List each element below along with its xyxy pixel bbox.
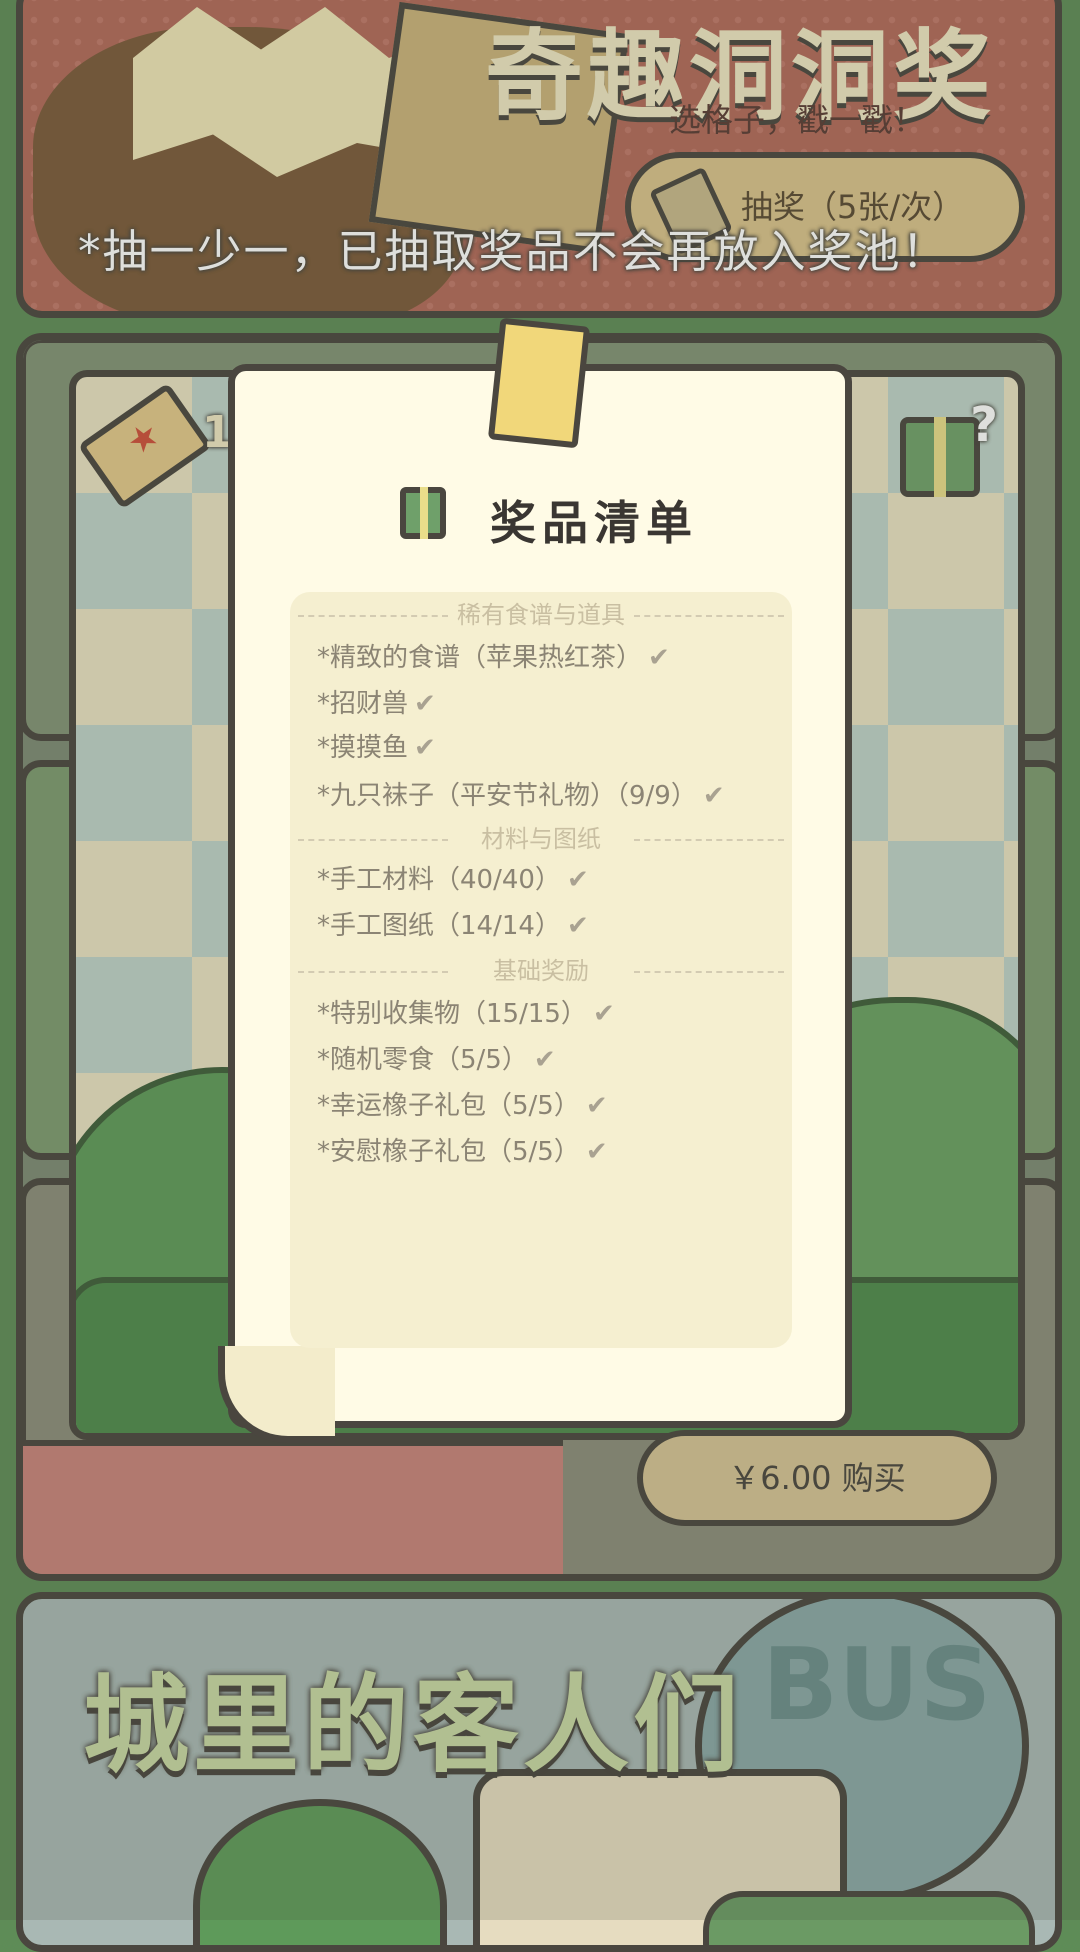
check-icon: ✔ [533, 1045, 556, 1075]
gift-icon [400, 487, 446, 539]
prize-item: *手工材料（40/40） ✔ [317, 860, 589, 900]
city-guests-card[interactable]: BUS 城里的客人们 [16, 1592, 1062, 1952]
check-icon: ✔ [566, 865, 589, 895]
prize-item: *特别收集物（15/15） ✔ [317, 994, 615, 1034]
prize-section-header: 稀有食谱与道具 [298, 598, 784, 632]
gift-question-badge: ? [970, 397, 998, 453]
banner-subtitle: 选格子，戳一戳！ [668, 101, 925, 139]
prize-item-label: *手工图纸（14/14） [317, 911, 561, 941]
check-icon: ✔ [414, 689, 436, 719]
prize-list-title: 奖品清单 [490, 496, 698, 550]
check-icon: ✔ [566, 911, 589, 941]
check-icon: ✔ [648, 643, 670, 673]
check-icon: ✔ [702, 781, 725, 811]
prize-item: *精致的食谱（苹果热红茶） ✔ [317, 638, 670, 678]
check-icon: ✔ [585, 1091, 608, 1121]
check-icon: ✔ [592, 999, 615, 1029]
prize-item: *幸运橡子礼包（5/5） ✔ [317, 1086, 608, 1126]
gift-icon[interactable] [900, 417, 980, 497]
table-decoration [23, 1440, 563, 1574]
prize-item-label: *精致的食谱（苹果热红茶） [317, 643, 643, 673]
bottom-action-pill[interactable] [703, 1891, 1035, 1945]
prize-section-header: 基础奖励 [298, 954, 784, 988]
prize-item: *招财兽 ✔ [317, 684, 436, 724]
prize-item-label: *手工材料（40/40） [317, 865, 561, 895]
prize-item: *摸摸鱼 ✔ [317, 728, 436, 768]
prize-item-label: *幸运橡子礼包（5/5） [317, 1091, 580, 1121]
city-guests-title: 城里的客人们 [83, 1664, 743, 1787]
ticket-icon [77, 382, 213, 510]
event-banner-card: 奇趣洞洞奖 选格子，戳一戳！ 抽奖（5张/次） *抽一少一，已抽取奖品不会再放入… [16, 0, 1062, 318]
prize-section-header: 材料与图纸 [298, 822, 784, 856]
prize-item: *随机零食（5/5） ✔ [317, 1040, 556, 1080]
check-icon: ✔ [585, 1137, 608, 1167]
tape-decoration [487, 317, 591, 449]
prize-item-label: *特别收集物（15/15） [317, 999, 587, 1029]
prize-item-label: *招财兽 [317, 689, 409, 719]
prize-item: *安慰橡子礼包（5/5） ✔ [317, 1132, 608, 1172]
prize-item-label: *九只袜子（平安节礼物）（9/9） [317, 781, 697, 811]
buy-button[interactable]: ￥6.00 购买 [637, 1430, 997, 1526]
prize-list-header: 奖品清单 [400, 487, 700, 550]
draw-rule-note: *抽一少一，已抽取奖品不会再放入奖池！ [78, 225, 949, 278]
prize-item: *九只袜子（平安节礼物）（9/9） ✔ [317, 776, 725, 816]
prize-item-label: *摸摸鱼 [317, 733, 409, 763]
prize-item-label: *安慰橡子礼包（5/5） [317, 1137, 580, 1167]
frog-character [193, 1799, 447, 1945]
check-icon: ✔ [414, 733, 436, 763]
prize-item-label: *随机零食（5/5） [317, 1045, 528, 1075]
prize-item: *手工图纸（14/14） ✔ [317, 906, 589, 946]
bus-sign-text: BUS [762, 1626, 992, 1743]
